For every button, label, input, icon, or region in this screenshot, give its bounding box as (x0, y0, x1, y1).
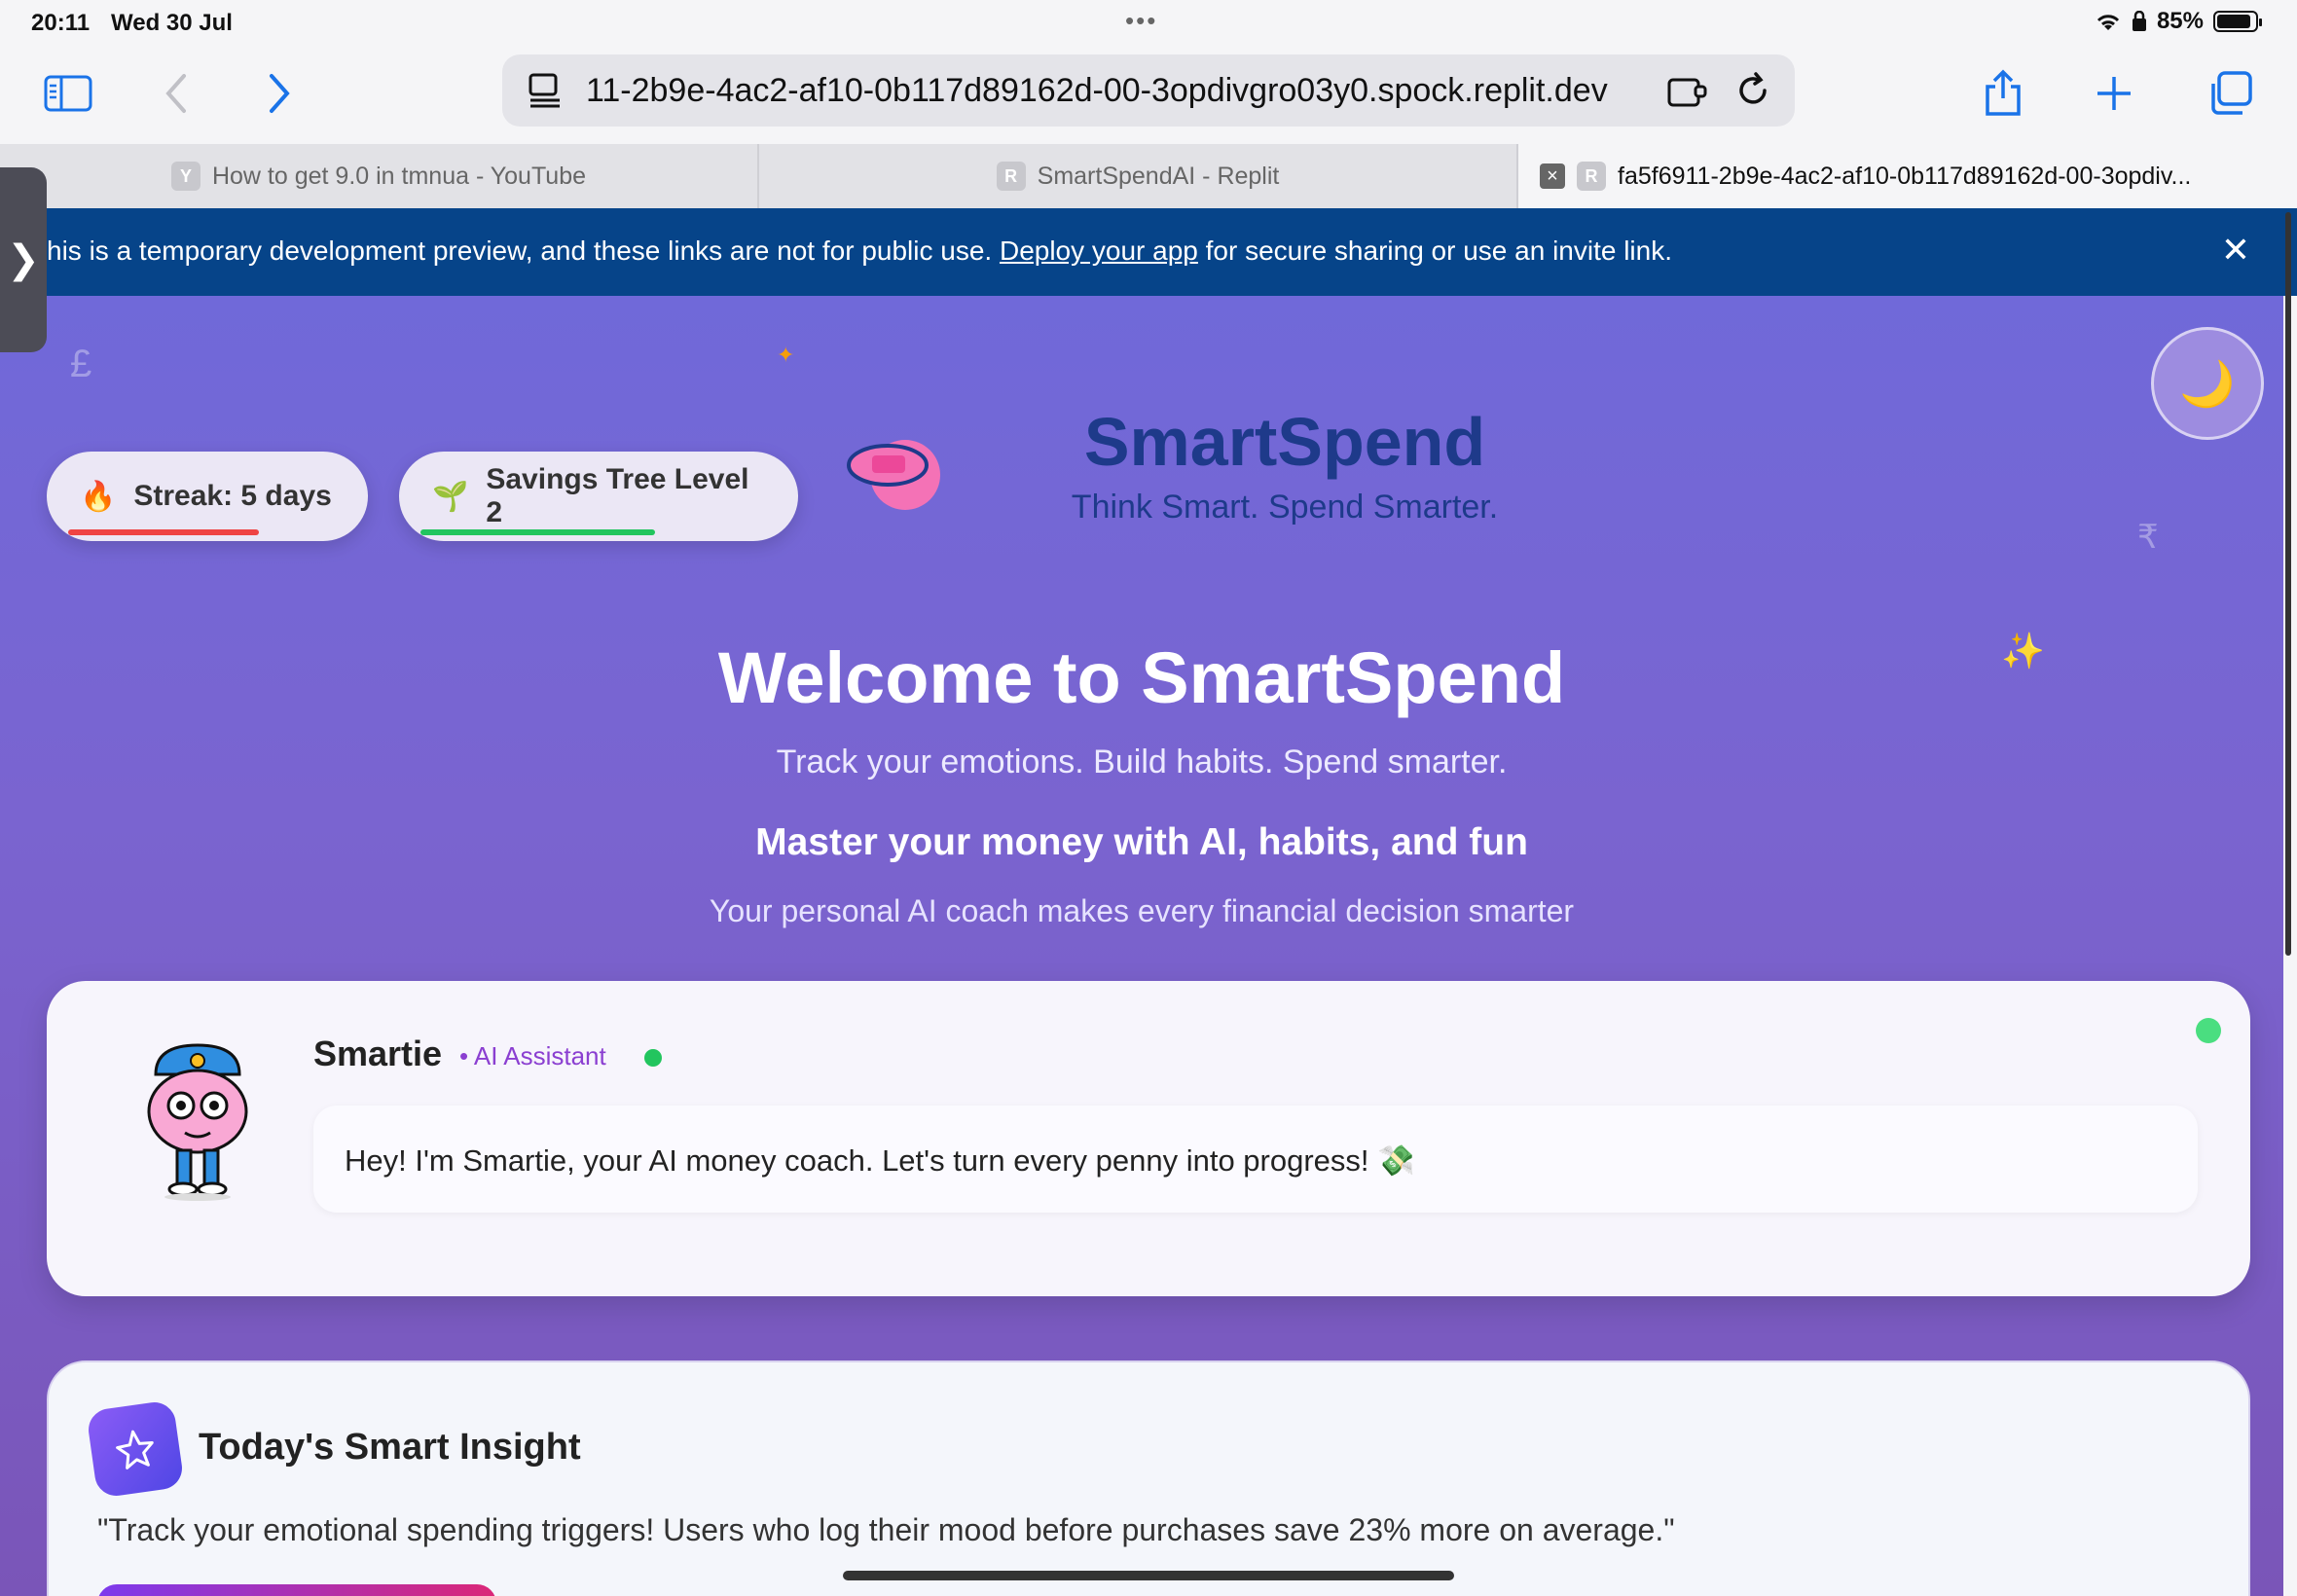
tab-favicon: R (1577, 162, 1606, 191)
insight-title: Today's Smart Insight (199, 1427, 581, 1468)
hero-headline: Master your money with AI, habits, and f… (755, 821, 1528, 863)
pound-decor-icon: £ (70, 343, 92, 385)
dev-preview-banner: his is a temporary development preview, … (0, 208, 2297, 296)
app-page: £ ₹ ✦ ✨ 🌙 🔥 Streak: 5 days 🌱 Savings Tre… (0, 296, 2283, 1596)
fire-icon: 🔥 (80, 480, 117, 513)
tab-label: fa5f6911-2b9e-4ac2-af10-0b117d89162d-00-… (1618, 162, 2192, 190)
banner-text-before: his is a temporary development preview, … (47, 236, 1000, 266)
currency-decor-icon: ₹ (2137, 519, 2159, 556)
deploy-link[interactable]: Deploy your app (1000, 236, 1198, 266)
tab-label: SmartSpendAI - Replit (1037, 162, 1280, 190)
tab-favicon: R (996, 162, 1026, 191)
sidebar-toggle-icon[interactable] (39, 64, 97, 123)
assistant-message-bubble: Hey! I'm Smartie, your AI money coach. L… (313, 1106, 2198, 1213)
tab-active-preview[interactable]: × R fa5f6911-2b9e-4ac2-af10-0b117d89162d… (1518, 144, 2297, 208)
tab-overview-icon[interactable] (2202, 64, 2260, 123)
multitasking-dots-icon[interactable]: ••• (1125, 6, 1157, 36)
status-indicators: 85% (2095, 8, 2262, 35)
hero-description: Your personal AI coach makes every finan… (709, 893, 1575, 928)
seedling-icon: 🌱 (432, 480, 469, 513)
status-time: 20:11 (31, 10, 91, 36)
savings-label: Savings Tree Level 2 (486, 463, 749, 528)
reload-icon[interactable] (1734, 72, 1771, 109)
status-indicator (2196, 1018, 2221, 1043)
moon-icon: 🌙 (2179, 357, 2236, 409)
back-icon[interactable] (148, 64, 206, 123)
assistant-name: Smartie (313, 1034, 443, 1073)
hero-subtitle: Track your emotions. Build habits. Spend… (776, 744, 1508, 780)
close-banner-icon[interactable]: ✕ (2221, 230, 2250, 271)
url-text[interactable]: 11-2b9e-4ac2-af10-0b117d89162d-00-3opdiv… (586, 72, 1657, 110)
banner-text-after: for secure sharing or use an invite link… (1197, 236, 1673, 266)
assistant-role: • AI Assistant (459, 1041, 606, 1070)
status-date: Wed 30 Jul (111, 10, 233, 36)
forward-icon[interactable] (249, 64, 308, 123)
insight-text: "Track your emotional spending triggers!… (97, 1512, 1675, 1547)
tab-replit[interactable]: R SmartSpendAI - Replit (759, 144, 1518, 208)
tab-youtube[interactable]: Y How to get 9.0 in tmnua - YouTube (0, 144, 759, 208)
share-icon[interactable] (1974, 64, 2032, 123)
brand-title: SmartSpend (1083, 404, 1486, 480)
theme-toggle-button[interactable]: 🌙 (2151, 327, 2264, 440)
browser-toolbar: 11-2b9e-4ac2-af10-0b117d89162d-00-3opdiv… (0, 47, 2297, 144)
streak-label: Streak: 5 days (133, 480, 332, 512)
tab-label: How to get 9.0 in tmnua - YouTube (211, 162, 587, 190)
online-indicator (644, 1049, 662, 1067)
tab-bar: Y How to get 9.0 in tmnua - YouTube R Sm… (0, 144, 2297, 208)
banner-text: his is a temporary development preview, … (47, 236, 1672, 267)
savings-progress-bar (420, 529, 655, 535)
tab-favicon: Y (170, 162, 201, 191)
sparkle-icon (86, 1399, 185, 1499)
close-tab-icon[interactable]: × (1540, 163, 1565, 189)
brand-tagline: Think Smart. Spend Smarter. (1071, 489, 1499, 526)
page-menu-icon[interactable] (528, 72, 563, 109)
battery-icon (2213, 11, 2262, 32)
streak-badge[interactable]: 🔥 Streak: 5 days (47, 452, 368, 541)
extension-icon[interactable] (1666, 74, 1709, 109)
assistant-message: Hey! I'm Smartie, your AI money coach. L… (345, 1143, 1415, 1178)
page-scrollbar[interactable] (2285, 212, 2291, 956)
savings-tree-badge[interactable]: 🌱 Savings Tree Level 2 (399, 452, 798, 541)
status-bar: 20:11 Wed 30 Jul ••• 85% (0, 0, 2297, 47)
spark-decor-icon: ✦ (777, 343, 795, 367)
battery-percent: 85% (2156, 8, 2204, 34)
side-panel-handle-icon[interactable]: ❯ (0, 167, 47, 352)
smartie-avatar (147, 1043, 248, 1201)
assistant-card: Smartie • AI Assistant Hey! I'm Smartie,… (47, 981, 2250, 1296)
new-tab-icon[interactable] (2085, 64, 2143, 123)
streak-progress-bar (68, 529, 259, 535)
insight-action-button[interactable] (97, 1584, 496, 1596)
lock-rotation-icon (2132, 11, 2146, 31)
home-indicator[interactable] (843, 1571, 1454, 1580)
insight-card: Today's Smart Insight "Track your emotio… (47, 1360, 2250, 1596)
hero-title: Welcome to SmartSpend (717, 637, 1566, 718)
brain-money-logo-icon (847, 440, 940, 510)
wifi-icon (2096, 15, 2120, 30)
address-bar[interactable]: 11-2b9e-4ac2-af10-0b117d89162d-00-3opdiv… (502, 54, 1795, 127)
